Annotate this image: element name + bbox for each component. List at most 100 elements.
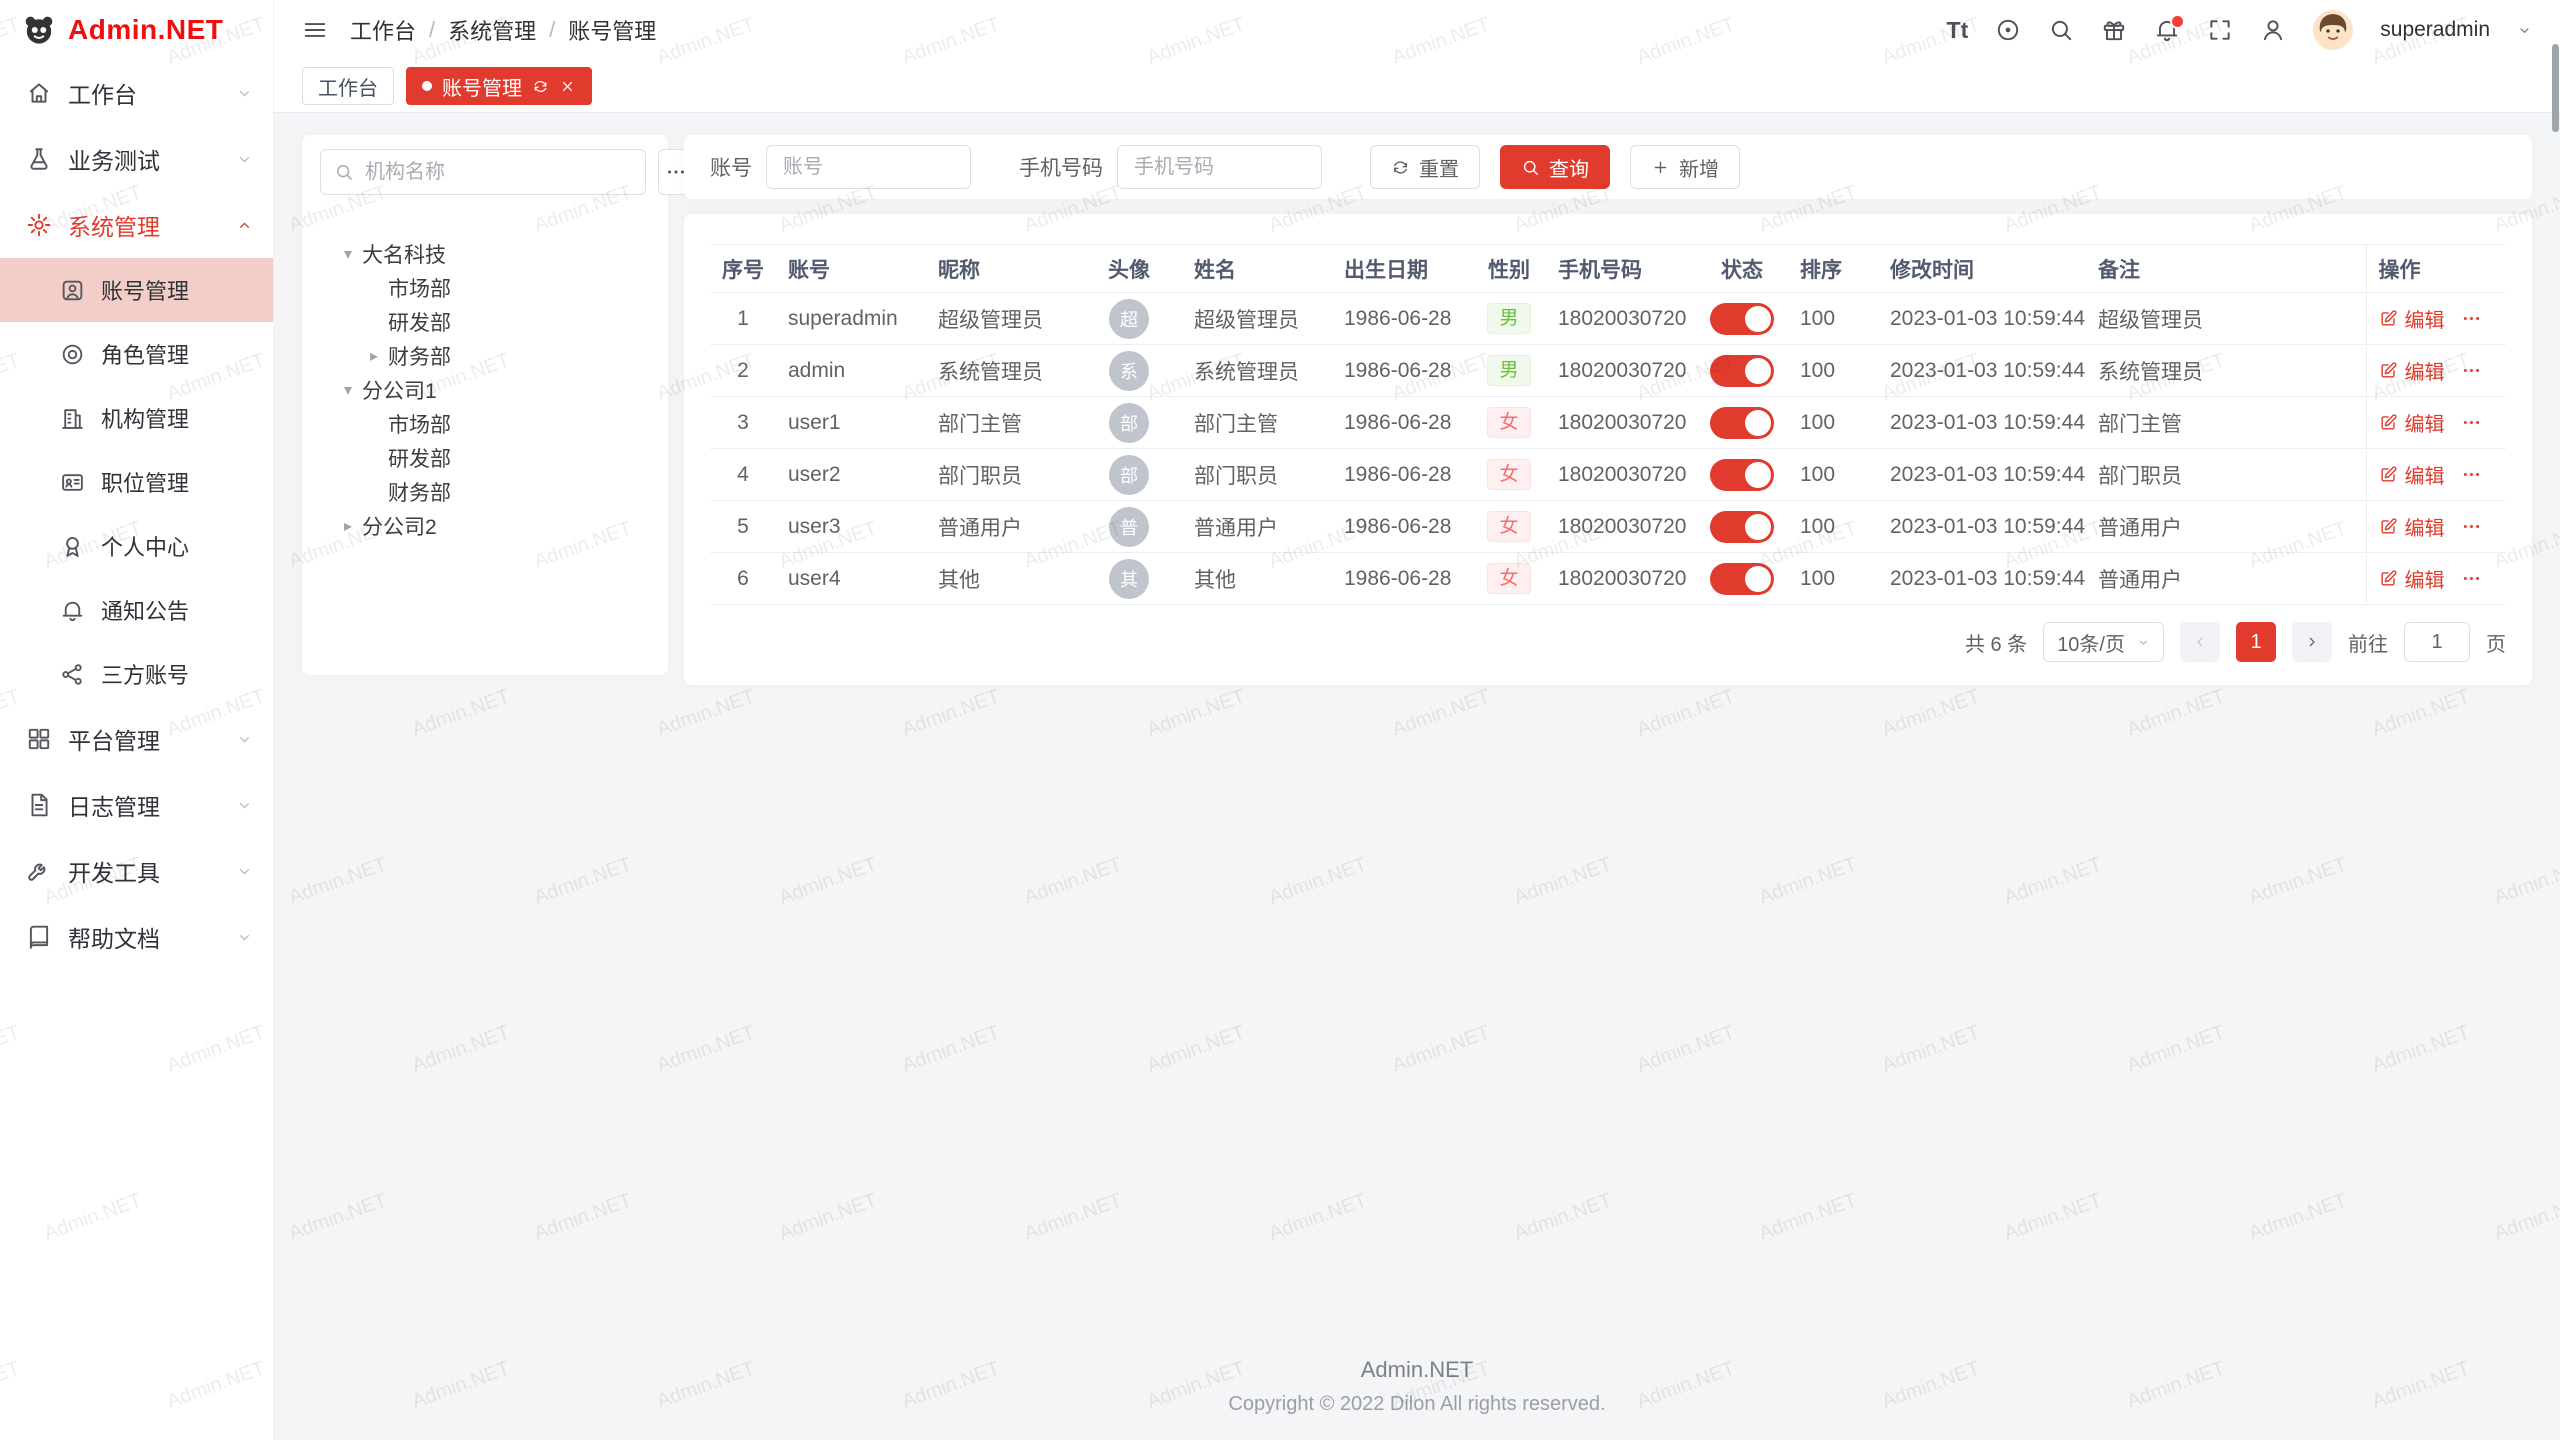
edit-button[interactable]: 编辑	[2379, 512, 2445, 541]
font-size-icon[interactable]: Tt	[1947, 17, 1969, 44]
accounts-table-card: 序号账号昵称头像姓名出生日期性别手机号码状态排序修改时间备注操作1superad…	[684, 214, 2532, 685]
org-search-box	[320, 149, 646, 195]
sidebar-item-platform-management[interactable]: 平台管理	[0, 706, 273, 772]
user-avatar[interactable]	[2313, 10, 2353, 50]
prev-page-button[interactable]	[2180, 622, 2220, 662]
sidebar-item-org-management[interactable]: 机构管理	[0, 386, 273, 450]
tree-node[interactable]: ▸分公司2	[320, 509, 650, 543]
edit-button[interactable]: 编辑	[2379, 460, 2445, 489]
tree-caret-right-icon[interactable]: ▸	[334, 516, 362, 536]
navbar-actions: Tt superadmin	[1947, 10, 2532, 50]
status-toggle[interactable]	[1710, 459, 1774, 491]
edit-button[interactable]: 编辑	[2379, 304, 2445, 333]
sidebar-item-log-management[interactable]: 日志管理	[0, 772, 273, 838]
cell-phone: 18020030720	[1546, 397, 1696, 449]
reset-button[interactable]: 重置	[1370, 145, 1480, 189]
chevron-down-icon	[236, 151, 253, 168]
global-search-icon[interactable]	[2048, 17, 2074, 43]
table-row: 5user3普通用户普普通用户1986-06-28女18020030720100…	[710, 501, 2506, 553]
status-toggle[interactable]	[1710, 407, 1774, 439]
edit-button[interactable]: 编辑	[2379, 408, 2445, 437]
query-button[interactable]: 查询	[1500, 145, 1610, 189]
username[interactable]: superadmin	[2380, 18, 2490, 42]
cell-remark: 超级管理员	[2086, 293, 2366, 345]
phone-input[interactable]	[1117, 145, 1322, 189]
cell-birth-date: 1986-06-28	[1332, 397, 1472, 449]
gender-tag: 女	[1487, 407, 1530, 439]
column-header: 备注	[2086, 245, 2366, 293]
sidebar-item-business-test[interactable]: 业务测试	[0, 126, 273, 192]
breadcrumb-item-workbench[interactable]: 工作台	[350, 14, 416, 46]
status-toggle[interactable]	[1710, 303, 1774, 335]
sidebar-item-account-management[interactable]: 账号管理	[0, 258, 273, 322]
tree-node[interactable]: ▸财务部	[320, 339, 650, 373]
sidebar-item-personal-center[interactable]: 个人中心	[0, 514, 273, 578]
goto-page-input[interactable]	[2404, 622, 2470, 662]
row-more-icon[interactable]	[2461, 464, 2482, 485]
cell-nickname: 超级管理员	[926, 293, 1076, 345]
sidebar-item-position-management[interactable]: 职位管理	[0, 450, 273, 514]
tree-caret-down-icon[interactable]: ▾	[334, 380, 362, 400]
status-toggle[interactable]	[1710, 355, 1774, 387]
breadcrumb-separator: /	[429, 17, 435, 43]
sidebar-item-role-management[interactable]: 角色管理	[0, 322, 273, 386]
gift-icon[interactable]	[2101, 17, 2127, 43]
collapse-sidebar-icon[interactable]	[302, 17, 328, 43]
tab-refresh-icon[interactable]	[532, 78, 549, 95]
cell-name: 普通用户	[1182, 501, 1332, 553]
tree-node[interactable]: 研发部	[320, 305, 650, 339]
tree-node[interactable]: ▾分公司1	[320, 373, 650, 407]
sidebar-item-workbench[interactable]: 工作台	[0, 60, 273, 126]
tree-node[interactable]: ▾大名科技	[320, 237, 650, 271]
tab-label: 账号管理	[442, 72, 522, 101]
sidebar-item-label: 开发工具	[68, 854, 220, 888]
tree-node[interactable]: 市场部	[320, 407, 650, 441]
sidebar-item-system-management[interactable]: 系统管理	[0, 192, 273, 258]
edit-button[interactable]: 编辑	[2379, 564, 2445, 593]
row-more-icon[interactable]	[2461, 568, 2482, 589]
tab-account-management[interactable]: 账号管理	[406, 67, 592, 105]
row-more-icon[interactable]	[2461, 308, 2482, 329]
document-icon	[26, 792, 52, 818]
org-search-input[interactable]	[363, 160, 632, 185]
logo[interactable]: Admin.NET	[0, 0, 273, 60]
tree-node[interactable]: 市场部	[320, 271, 650, 305]
status-toggle[interactable]	[1710, 563, 1774, 595]
notification-bell-icon[interactable]	[2154, 17, 2180, 43]
cell-phone: 18020030720	[1546, 501, 1696, 553]
sidebar-item-label: 系统管理	[68, 208, 220, 242]
cell-avatar: 超	[1076, 293, 1182, 345]
next-page-button[interactable]	[2292, 622, 2332, 662]
goto-prefix: 前往	[2348, 628, 2388, 657]
tab-workbench[interactable]: 工作台	[302, 67, 394, 105]
tab-close-icon[interactable]	[559, 78, 576, 95]
row-more-icon[interactable]	[2461, 516, 2482, 537]
tree-caret-right-icon[interactable]: ▸	[360, 346, 388, 366]
cell-remark: 部门职员	[2086, 449, 2366, 501]
cell-status	[1696, 553, 1788, 605]
refresh-icon	[1391, 158, 1410, 177]
cell-phone: 18020030720	[1546, 449, 1696, 501]
sidebar-item-notice-announcement[interactable]: 通知公告	[0, 578, 273, 642]
tree-node[interactable]: 研发部	[320, 441, 650, 475]
user-menu-chevron-icon[interactable]	[2517, 23, 2532, 38]
tree-node[interactable]: 财务部	[320, 475, 650, 509]
sidebar-item-help-docs[interactable]: 帮助文档	[0, 904, 273, 970]
page-size-select[interactable]: 10条/页	[2043, 622, 2164, 662]
sidebar-item-third-party-account[interactable]: 三方账号	[0, 642, 273, 706]
fullscreen-icon[interactable]	[2207, 17, 2233, 43]
tree-caret-down-icon[interactable]: ▾	[334, 244, 362, 264]
add-button[interactable]: 新增	[1630, 145, 1740, 189]
edit-button[interactable]: 编辑	[2379, 356, 2445, 385]
theme-icon[interactable]	[1995, 17, 2021, 43]
cell-status	[1696, 449, 1788, 501]
row-more-icon[interactable]	[2461, 360, 2482, 381]
status-toggle[interactable]	[1710, 511, 1774, 543]
account-input[interactable]	[766, 145, 971, 189]
row-more-icon[interactable]	[2461, 412, 2482, 433]
page-1-button[interactable]: 1	[2236, 622, 2276, 662]
sidebar-item-dev-tools[interactable]: 开发工具	[0, 838, 273, 904]
scrollbar-thumb[interactable]	[2552, 44, 2559, 132]
breadcrumb-item-system[interactable]: 系统管理	[448, 14, 536, 46]
profile-icon[interactable]	[2260, 17, 2286, 43]
